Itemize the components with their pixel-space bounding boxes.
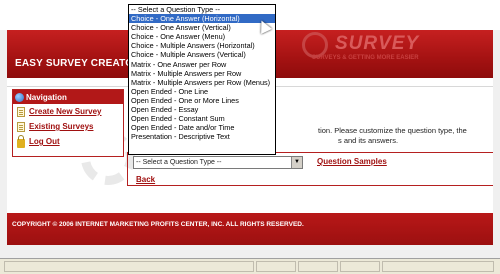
nav-item-log-out[interactable]: Log Out bbox=[13, 134, 123, 149]
dropdown-option[interactable]: Matrix - Multiple Answers per Row (Menus… bbox=[129, 78, 275, 87]
dropdown-option[interactable]: Open Ended - Essay bbox=[129, 105, 275, 114]
status-pane bbox=[4, 261, 254, 272]
document-icon bbox=[17, 121, 25, 132]
logo-tagline: SURVEYS & GETTING MORE EASIER bbox=[312, 55, 419, 61]
status-pane bbox=[256, 261, 296, 272]
nav-item-create-survey[interactable]: Create New Survey bbox=[13, 104, 123, 119]
status-pane bbox=[340, 261, 380, 272]
dropdown-option[interactable]: Choice - One Answer (Horizontal) bbox=[129, 14, 275, 24]
instruction-text: tion. Please customize the question type… bbox=[318, 126, 467, 135]
lock-icon bbox=[17, 134, 25, 148]
navigation-header: Navigation bbox=[13, 90, 123, 104]
document-icon bbox=[17, 106, 25, 117]
navigation-heading: Navigation bbox=[26, 92, 67, 102]
back-link[interactable]: Back bbox=[136, 175, 155, 184]
dropdown-option[interactable]: Open Ended - Date and/or Time bbox=[129, 123, 275, 132]
dropdown-option[interactable]: Choice - One Answer (Menu) bbox=[129, 32, 275, 41]
site-title: EASY SURVEY CREATOR bbox=[15, 58, 141, 69]
status-pane bbox=[298, 261, 338, 272]
question-type-select[interactable]: -- Select a Question Type -- ▼ bbox=[133, 156, 303, 169]
dropdown-option[interactable]: Matrix - One Answer per Row bbox=[129, 60, 275, 69]
question-samples-link[interactable]: Question Samples bbox=[317, 157, 387, 166]
dropdown-option[interactable]: Choice - Multiple Answers (Horizontal) bbox=[129, 41, 275, 50]
globe-icon bbox=[15, 92, 24, 102]
site-footer: COPYRIGHT © 2006 INTERNET MARKETING PROF… bbox=[7, 213, 493, 245]
dropdown-option[interactable]: -- Select a Question Type -- bbox=[129, 5, 275, 14]
question-form: -- Select a Question Type -- ▼ Question … bbox=[127, 152, 493, 186]
dropdown-option[interactable]: Choice - One Answer (Vertical) bbox=[129, 23, 275, 32]
nav-item-existing-surveys[interactable]: Existing Surveys bbox=[13, 119, 123, 134]
log-out-link[interactable]: Log Out bbox=[29, 137, 60, 146]
dropdown-option[interactable]: Choice - Multiple Answers (Vertical) bbox=[129, 50, 275, 59]
browser-status-bar bbox=[0, 258, 500, 274]
logo-word: SURVEY bbox=[335, 33, 420, 54]
copyright-text: COPYRIGHT © 2006 INTERNET MARKETING PROF… bbox=[12, 221, 304, 228]
dropdown-option[interactable]: Matrix - Multiple Answers per Row bbox=[129, 69, 275, 78]
existing-surveys-link[interactable]: Existing Surveys bbox=[29, 122, 93, 131]
dropdown-option[interactable]: Open Ended - One or More Lines bbox=[129, 96, 275, 105]
question-type-dropdown-list[interactable]: -- Select a Question Type -- Choice - On… bbox=[128, 4, 276, 155]
dropdown-option[interactable]: Open Ended - One Line bbox=[129, 87, 275, 96]
dropdown-option[interactable]: Open Ended - Constant Sum bbox=[129, 114, 275, 123]
chevron-down-icon[interactable]: ▼ bbox=[291, 157, 302, 168]
select-value: -- Select a Question Type -- bbox=[136, 159, 222, 166]
navigation-panel: Navigation Create New Survey Existing Su… bbox=[12, 89, 124, 157]
status-pane bbox=[382, 261, 494, 272]
create-new-survey-link[interactable]: Create New Survey bbox=[29, 107, 101, 116]
dropdown-option[interactable]: Presentation - Descriptive Text bbox=[129, 132, 275, 141]
instruction-text-continued: s and its answers. bbox=[338, 136, 399, 145]
